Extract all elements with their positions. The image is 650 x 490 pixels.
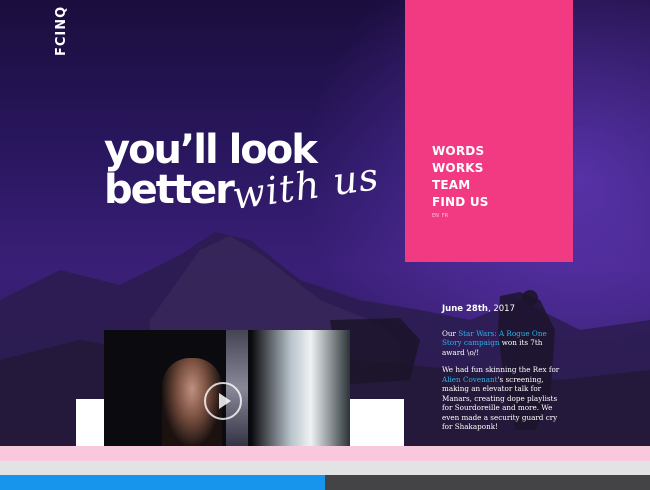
main-nav: WORDS WORKS TEAM FIND US [432, 143, 489, 211]
play-icon[interactable] [204, 382, 242, 420]
news-date-day: June 28th [442, 304, 488, 314]
news-block: June 28th, 2017 Our Star Wars: A Rogue O… [442, 304, 560, 440]
brand-logo[interactable]: FCINQ [54, 6, 70, 56]
news-p2-text: We had fun skinning the Rex for [442, 365, 560, 374]
footer-band-grey [0, 461, 650, 475]
hero-section: FCINQ you’ll look better with us WORDS W… [0, 0, 650, 446]
nav-item-team[interactable]: TEAM [432, 177, 489, 194]
nav-item-words[interactable]: WORDS [432, 143, 489, 160]
news-paragraph-2: We had fun skinning the Rex for Alien Co… [442, 365, 560, 432]
white-block-right [350, 399, 404, 446]
progress-fill [0, 475, 325, 490]
news-link-alien-covenant[interactable]: Alien Covenant [442, 375, 498, 384]
footer-band-pink [0, 446, 650, 461]
menu-panel [405, 0, 573, 262]
video-closeup [252, 330, 350, 446]
news-date: June 28th, 2017 [442, 304, 560, 315]
video-thumbnail[interactable] [104, 330, 350, 446]
language-switcher: EN FR [432, 213, 451, 219]
nav-item-works[interactable]: WORKS [432, 160, 489, 177]
lang-fr[interactable]: FR [442, 213, 448, 219]
progress-bar [0, 475, 650, 490]
lang-en[interactable]: EN [432, 213, 439, 219]
news-paragraph-1: Our Star Wars: A Rogue One Story campaig… [442, 329, 560, 358]
nav-item-find-us[interactable]: FIND US [432, 194, 489, 211]
white-block-left [76, 399, 104, 446]
news-p1-text: Our [442, 328, 459, 338]
news-date-year: , 2017 [487, 304, 515, 314]
